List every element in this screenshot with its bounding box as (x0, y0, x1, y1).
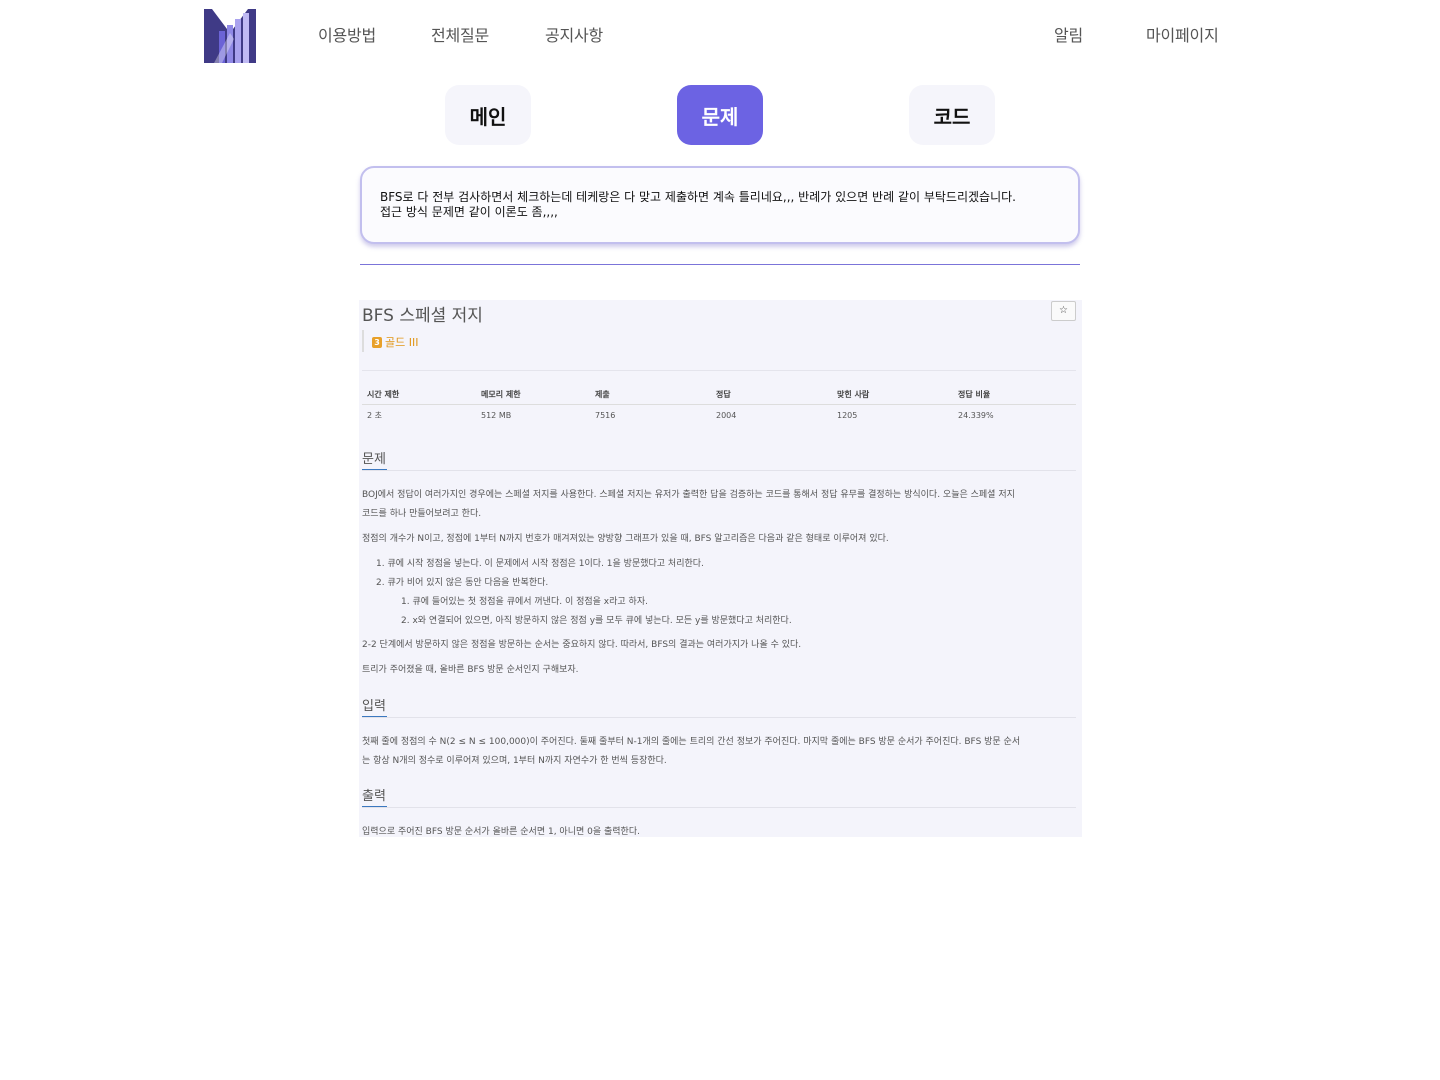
nav-link-alarm[interactable]: 알림 (1054, 22, 1083, 46)
table-header-row: 시간 제한 메모리 제한 제출 정답 맞힌 사람 정답 비율 (362, 386, 1076, 405)
problem-paragraph: 정점의 개수가 N이고, 정점에 1부터 N까지 번호가 매겨져있는 양방향 그… (362, 534, 889, 544)
table-header: 정답 비율 (953, 386, 1076, 405)
list-item: 2. 큐가 비어 있지 않은 동안 다음을 반복한다. (376, 578, 549, 588)
section-rule (362, 717, 1076, 718)
table-cell: 2 초 (367, 411, 382, 420)
table-cell: 2004 (716, 411, 737, 420)
tier-badge: 3 골드 III (372, 334, 418, 350)
table-header: 메모리 제한 (476, 386, 590, 405)
table-cell: 24.339% (958, 411, 994, 420)
gold-tier-icon: 3 (372, 336, 382, 348)
section-rule (362, 470, 1076, 471)
section-heading-output: 출력 (362, 789, 386, 804)
nav-link-all-questions[interactable]: 전체질문 (431, 22, 489, 46)
problem-paragraph: 트리가 주어졌을 때, 올바른 BFS 방문 순서인지 구해보자. (362, 665, 579, 675)
nav-link-notices[interactable]: 공지사항 (545, 22, 603, 46)
list-item: 1. 큐에 시작 정점을 넣는다. 이 문제에서 시작 정점은 1이다. 1을 … (376, 559, 704, 569)
input-paragraph: 는 항상 N개의 정수로 이루어져 있으며, 1부터 N까지 자연수가 한 번씩… (362, 756, 667, 766)
star-icon[interactable]: ☆ (1051, 301, 1076, 321)
tab-problem[interactable]: 문제 (677, 85, 763, 145)
nav-link-mypage[interactable]: 마이페이지 (1146, 22, 1219, 46)
question-text-line2: 접근 방식 문제면 같이 이론도 좀,,,, (380, 205, 558, 219)
divider (360, 264, 1080, 265)
problem-paragraph: BOJ에서 정답이 여러가지인 경우에는 스페셜 저지를 사용한다. 스페셜 저… (362, 490, 1015, 500)
section-heading-problem: 문제 (362, 452, 386, 467)
table-cell: 7516 (595, 411, 616, 420)
table-cell: 512 MB (481, 411, 512, 420)
section-rule (362, 807, 1076, 808)
logo[interactable] (204, 9, 256, 63)
input-paragraph: 첫째 줄에 정점의 수 N(2 ≤ N ≤ 100,000)이 주어진다. 둘째… (362, 737, 1021, 747)
problem-panel: BFS 스페셜 저지 ☆ 3 골드 III 시간 제한 메모리 제한 제출 정답… (359, 300, 1082, 837)
table-cell: 1205 (837, 411, 858, 420)
table-row: 2 초 512 MB 7516 2004 1205 24.339% (362, 405, 1076, 427)
top-navigation: 이용방법 전체질문 공지사항 알림 마이페이지 (0, 0, 1440, 70)
list-item: 2. x와 연결되어 있으면, 아직 방문하지 않은 정점 y를 모두 큐에 넣… (401, 616, 792, 626)
table-header: 시간 제한 (362, 386, 476, 405)
tier-label: 골드 III (385, 336, 419, 349)
question-text-line1: BFS로 다 전부 검사하면서 체크하는데 테케랑은 다 맞고 제출하면 계속 … (380, 190, 1016, 204)
tier-divider (362, 330, 364, 352)
tab-code[interactable]: 코드 (909, 85, 995, 145)
section-heading-input: 입력 (362, 699, 386, 714)
problem-paragraph: 코드를 하나 만들어보려고 한다. (362, 509, 482, 519)
question-box: BFS로 다 전부 검사하면서 체크하는데 테케랑은 다 맞고 제출하면 계속 … (360, 166, 1080, 244)
table-header: 제출 (590, 386, 711, 405)
list-item: 1. 큐에 들어있는 첫 정점을 큐에서 꺼낸다. 이 정점을 x라고 하자. (401, 597, 648, 607)
problem-title: BFS 스페셜 저지 (362, 306, 483, 326)
nav-link-guide[interactable]: 이용방법 (318, 22, 376, 46)
header-separator (362, 370, 1076, 371)
output-paragraph: 입력으로 주어진 BFS 방문 순서가 올바른 순서면 1, 아니면 0을 출력… (362, 827, 640, 837)
problem-info-table: 시간 제한 메모리 제한 제출 정답 맞힌 사람 정답 비율 2 초 512 M… (362, 386, 1076, 426)
problem-paragraph: 2-2 단계에서 방문하지 않은 정점을 방문하는 순서는 중요하지 않다. 따… (362, 640, 802, 650)
table-header: 맞힌 사람 (832, 386, 953, 405)
tab-main[interactable]: 메인 (445, 85, 531, 145)
table-header: 정답 (711, 386, 832, 405)
logo-icon (204, 9, 256, 63)
